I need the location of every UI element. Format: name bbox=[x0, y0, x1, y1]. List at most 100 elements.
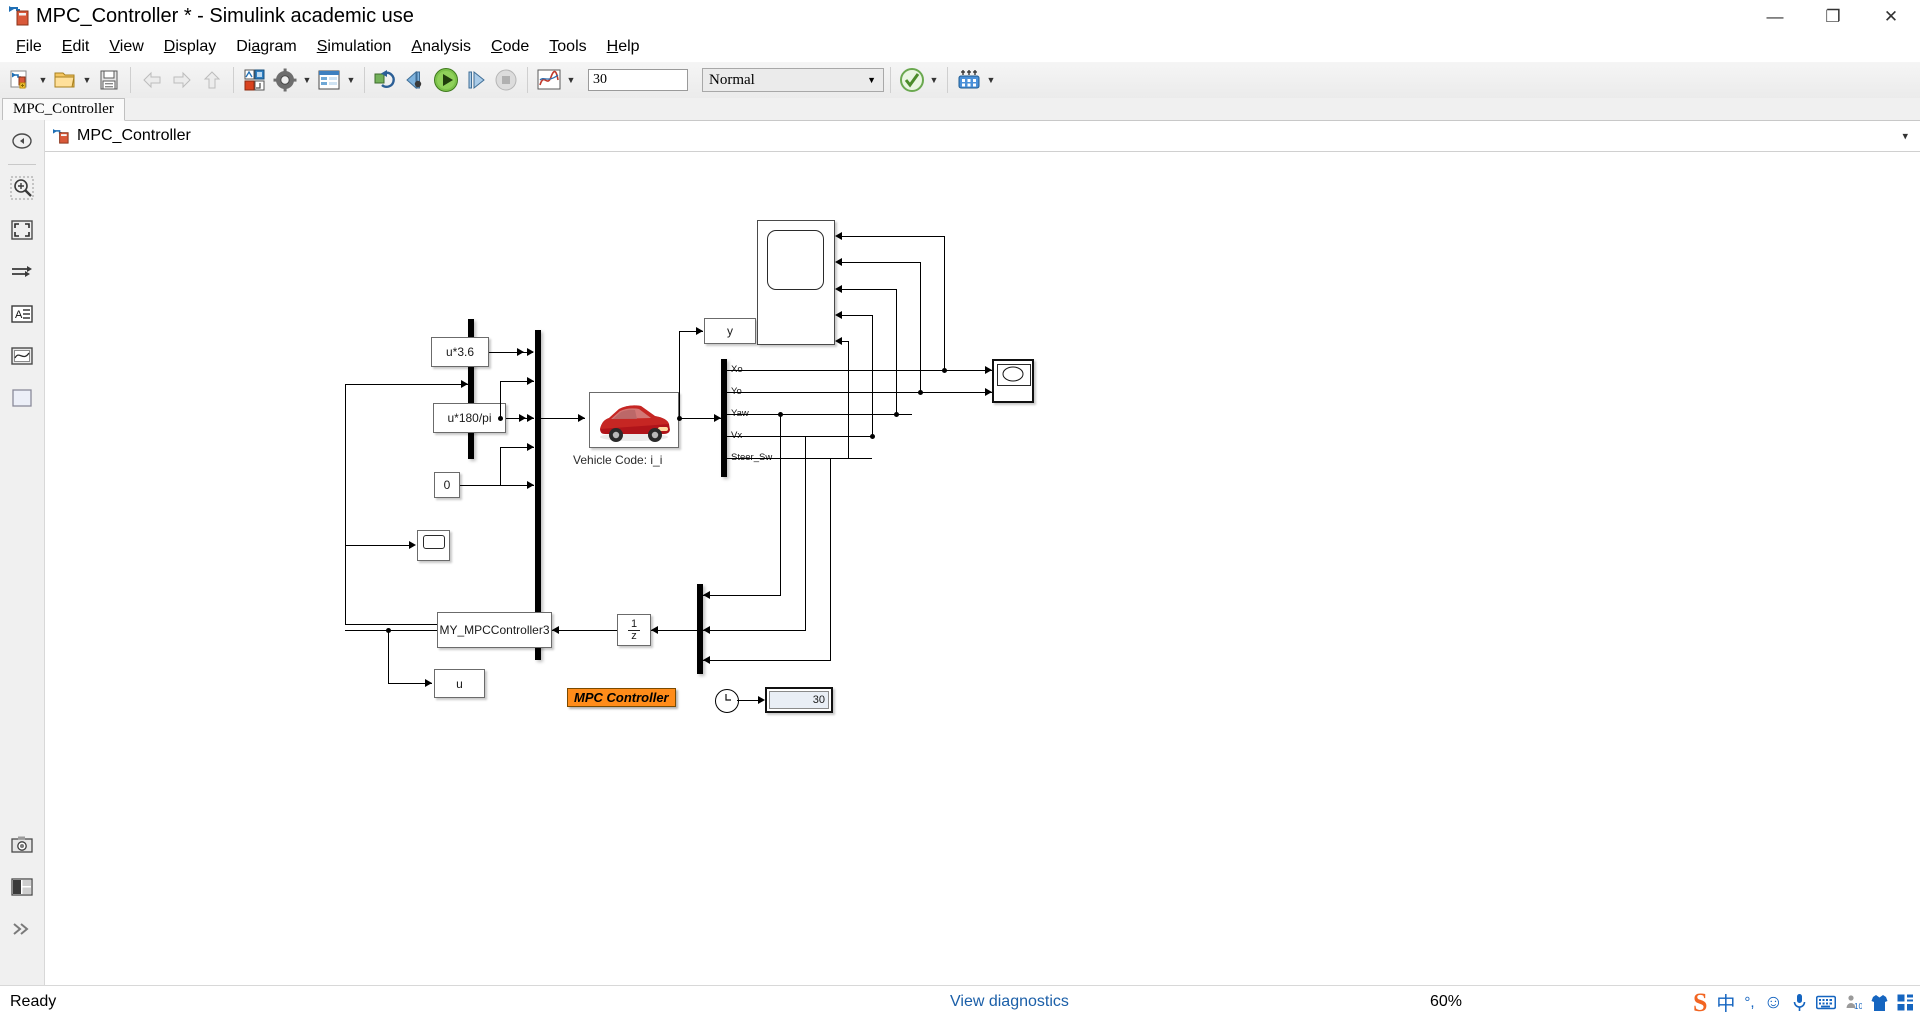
simulation-mode-select[interactable]: Normal ▼ bbox=[702, 68, 884, 92]
forward-button[interactable] bbox=[167, 65, 197, 95]
camera-snapshot-button[interactable] bbox=[0, 824, 44, 866]
step-back-button[interactable] bbox=[401, 65, 431, 95]
title-bar: MPC_Controller * - Simulink academic use… bbox=[0, 0, 1920, 34]
menu-analysis[interactable]: Analysis bbox=[401, 35, 481, 59]
build-model-button[interactable] bbox=[954, 65, 984, 95]
signal-routing-icon bbox=[12, 266, 32, 277]
bus-selector-bar[interactable] bbox=[721, 359, 727, 477]
from-y-block[interactable]: y bbox=[704, 318, 756, 344]
skin-icon[interactable] bbox=[1871, 994, 1888, 1012]
diagnostics-button[interactable] bbox=[897, 65, 927, 95]
minimize-button[interactable]: — bbox=[1746, 0, 1804, 34]
build-model-dropdown[interactable]: ▼ bbox=[984, 65, 998, 95]
model-explorer-dropdown[interactable]: ▼ bbox=[344, 65, 358, 95]
small-scope-block[interactable] bbox=[417, 530, 450, 561]
step-forward-button[interactable] bbox=[461, 65, 491, 95]
punctuation-mode-icon[interactable]: °, bbox=[1744, 994, 1754, 1011]
model-canvas[interactable]: u*3.6 u*180/pi 0 Vehicle Code: i_i y 1 z… bbox=[45, 152, 1920, 800]
window-controls: — ❐ ✕ bbox=[1746, 0, 1920, 34]
mpc-controller-annotation[interactable]: MPC Controller bbox=[567, 688, 676, 707]
model-configuration-button[interactable] bbox=[270, 65, 300, 95]
navigate-up-button[interactable] bbox=[0, 120, 44, 162]
gain-rad2deg-block[interactable]: u*180/pi bbox=[433, 403, 506, 433]
close-button[interactable]: ✕ bbox=[1862, 0, 1920, 34]
tab-mpc-controller[interactable]: MPC_Controller bbox=[2, 98, 125, 121]
xy-ellipse-icon bbox=[1002, 366, 1024, 382]
svg-text:A: A bbox=[15, 309, 23, 321]
check-circle-icon bbox=[900, 68, 924, 92]
menu-code[interactable]: Code bbox=[481, 35, 539, 59]
save-model-button[interactable] bbox=[94, 65, 124, 95]
stop-button[interactable] bbox=[491, 65, 521, 95]
gain-rad2deg-label: u*180/pi bbox=[447, 411, 492, 425]
scope-screen-big-icon bbox=[767, 230, 824, 290]
new-model-button[interactable] bbox=[6, 65, 36, 95]
apps-grid-icon[interactable] bbox=[1897, 994, 1914, 1011]
mux-right-bar[interactable] bbox=[535, 330, 541, 660]
display-stop-time-block[interactable]: 30 bbox=[765, 687, 833, 713]
save-icon bbox=[100, 70, 118, 90]
menu-display[interactable]: Display bbox=[154, 35, 226, 59]
breadcrumb: MPC_Controller ▾ bbox=[45, 121, 1920, 152]
toolbox-icon[interactable]: 10 bbox=[1845, 994, 1862, 1011]
keyboard-icon[interactable] bbox=[1816, 995, 1836, 1010]
sogou-ime-icon[interactable]: S bbox=[1693, 988, 1707, 1018]
apps-grid-glyph bbox=[1897, 994, 1913, 1011]
menu-simulation[interactable]: Simulation bbox=[307, 35, 402, 59]
model-explorer-button[interactable] bbox=[314, 65, 344, 95]
library-browser-button[interactable] bbox=[240, 65, 270, 95]
arrow-demux-in-top bbox=[703, 591, 710, 599]
view-diagnostics-link[interactable]: View diagnostics bbox=[950, 993, 1069, 1011]
clock-block[interactable] bbox=[715, 689, 739, 713]
chinese-input-icon[interactable]: 中 bbox=[1716, 989, 1735, 1016]
wire-feedback-to-demux-bot bbox=[703, 660, 831, 661]
breadcrumb-chevron-down-icon[interactable]: ▾ bbox=[1902, 130, 1908, 143]
maximize-button[interactable]: ❐ bbox=[1804, 0, 1862, 34]
wire-scope-feed-5-v bbox=[848, 341, 849, 458]
model-configuration-dropdown[interactable]: ▼ bbox=[300, 65, 314, 95]
wire-vehicle-branch-up bbox=[679, 331, 680, 419]
run-button[interactable] bbox=[431, 65, 461, 95]
zoom-region-button[interactable] bbox=[0, 167, 44, 209]
menu-help[interactable]: Help bbox=[597, 35, 650, 59]
up-to-parent-button[interactable] bbox=[197, 65, 227, 95]
scope-block[interactable] bbox=[757, 220, 835, 345]
wire-mpc-out-left bbox=[345, 630, 437, 631]
goto-u-block[interactable]: u bbox=[434, 669, 485, 698]
open-model-button[interactable] bbox=[50, 65, 80, 95]
mpc-controller-block[interactable]: MY_MPCController3 bbox=[437, 612, 552, 648]
data-inspector-dropdown[interactable]: ▼ bbox=[564, 65, 578, 95]
diagnostics-dropdown[interactable]: ▼ bbox=[927, 65, 941, 95]
expand-more-button[interactable] bbox=[0, 908, 44, 950]
wire-zero-branch-v bbox=[500, 447, 501, 485]
menu-edit[interactable]: Edit bbox=[52, 35, 100, 59]
zoom-level-text[interactable]: 60% bbox=[1430, 993, 1462, 1011]
toolbar-separator-1 bbox=[130, 67, 131, 93]
signal-routing-button[interactable] bbox=[0, 251, 44, 293]
menu-view[interactable]: View bbox=[99, 35, 153, 59]
update-model-button[interactable] bbox=[371, 65, 401, 95]
new-model-dropdown[interactable]: ▼ bbox=[36, 65, 50, 95]
stop-time-input[interactable] bbox=[588, 69, 688, 91]
gain-kmh-block[interactable]: u*3.6 bbox=[431, 337, 489, 367]
breadcrumb-path[interactable]: MPC_Controller bbox=[77, 127, 191, 145]
vehicle-block[interactable] bbox=[589, 392, 679, 448]
wire-scope-feed-1-h bbox=[841, 236, 945, 237]
fit-to-view-button[interactable] bbox=[0, 209, 44, 251]
menu-diagram[interactable]: Diagram bbox=[226, 35, 306, 59]
data-inspector-button[interactable] bbox=[534, 65, 564, 95]
wire-feedback-left-vertical bbox=[345, 384, 346, 624]
menu-file[interactable]: File bbox=[6, 35, 52, 59]
annotation-button[interactable]: A bbox=[0, 293, 44, 335]
blank-panel-button[interactable] bbox=[0, 377, 44, 419]
scope-viewer-button[interactable] bbox=[0, 335, 44, 377]
back-button[interactable] bbox=[137, 65, 167, 95]
emoji-icon[interactable]: ☺ bbox=[1764, 992, 1783, 1014]
unit-delay-block[interactable]: 1 z bbox=[617, 614, 651, 646]
constant-zero-block[interactable]: 0 bbox=[434, 472, 460, 498]
microphone-icon[interactable] bbox=[1792, 993, 1807, 1012]
menu-tools[interactable]: Tools bbox=[539, 35, 596, 59]
layout-panels-button[interactable] bbox=[0, 866, 44, 908]
open-model-dropdown[interactable]: ▼ bbox=[80, 65, 94, 95]
xy-graph-block[interactable] bbox=[992, 359, 1034, 403]
